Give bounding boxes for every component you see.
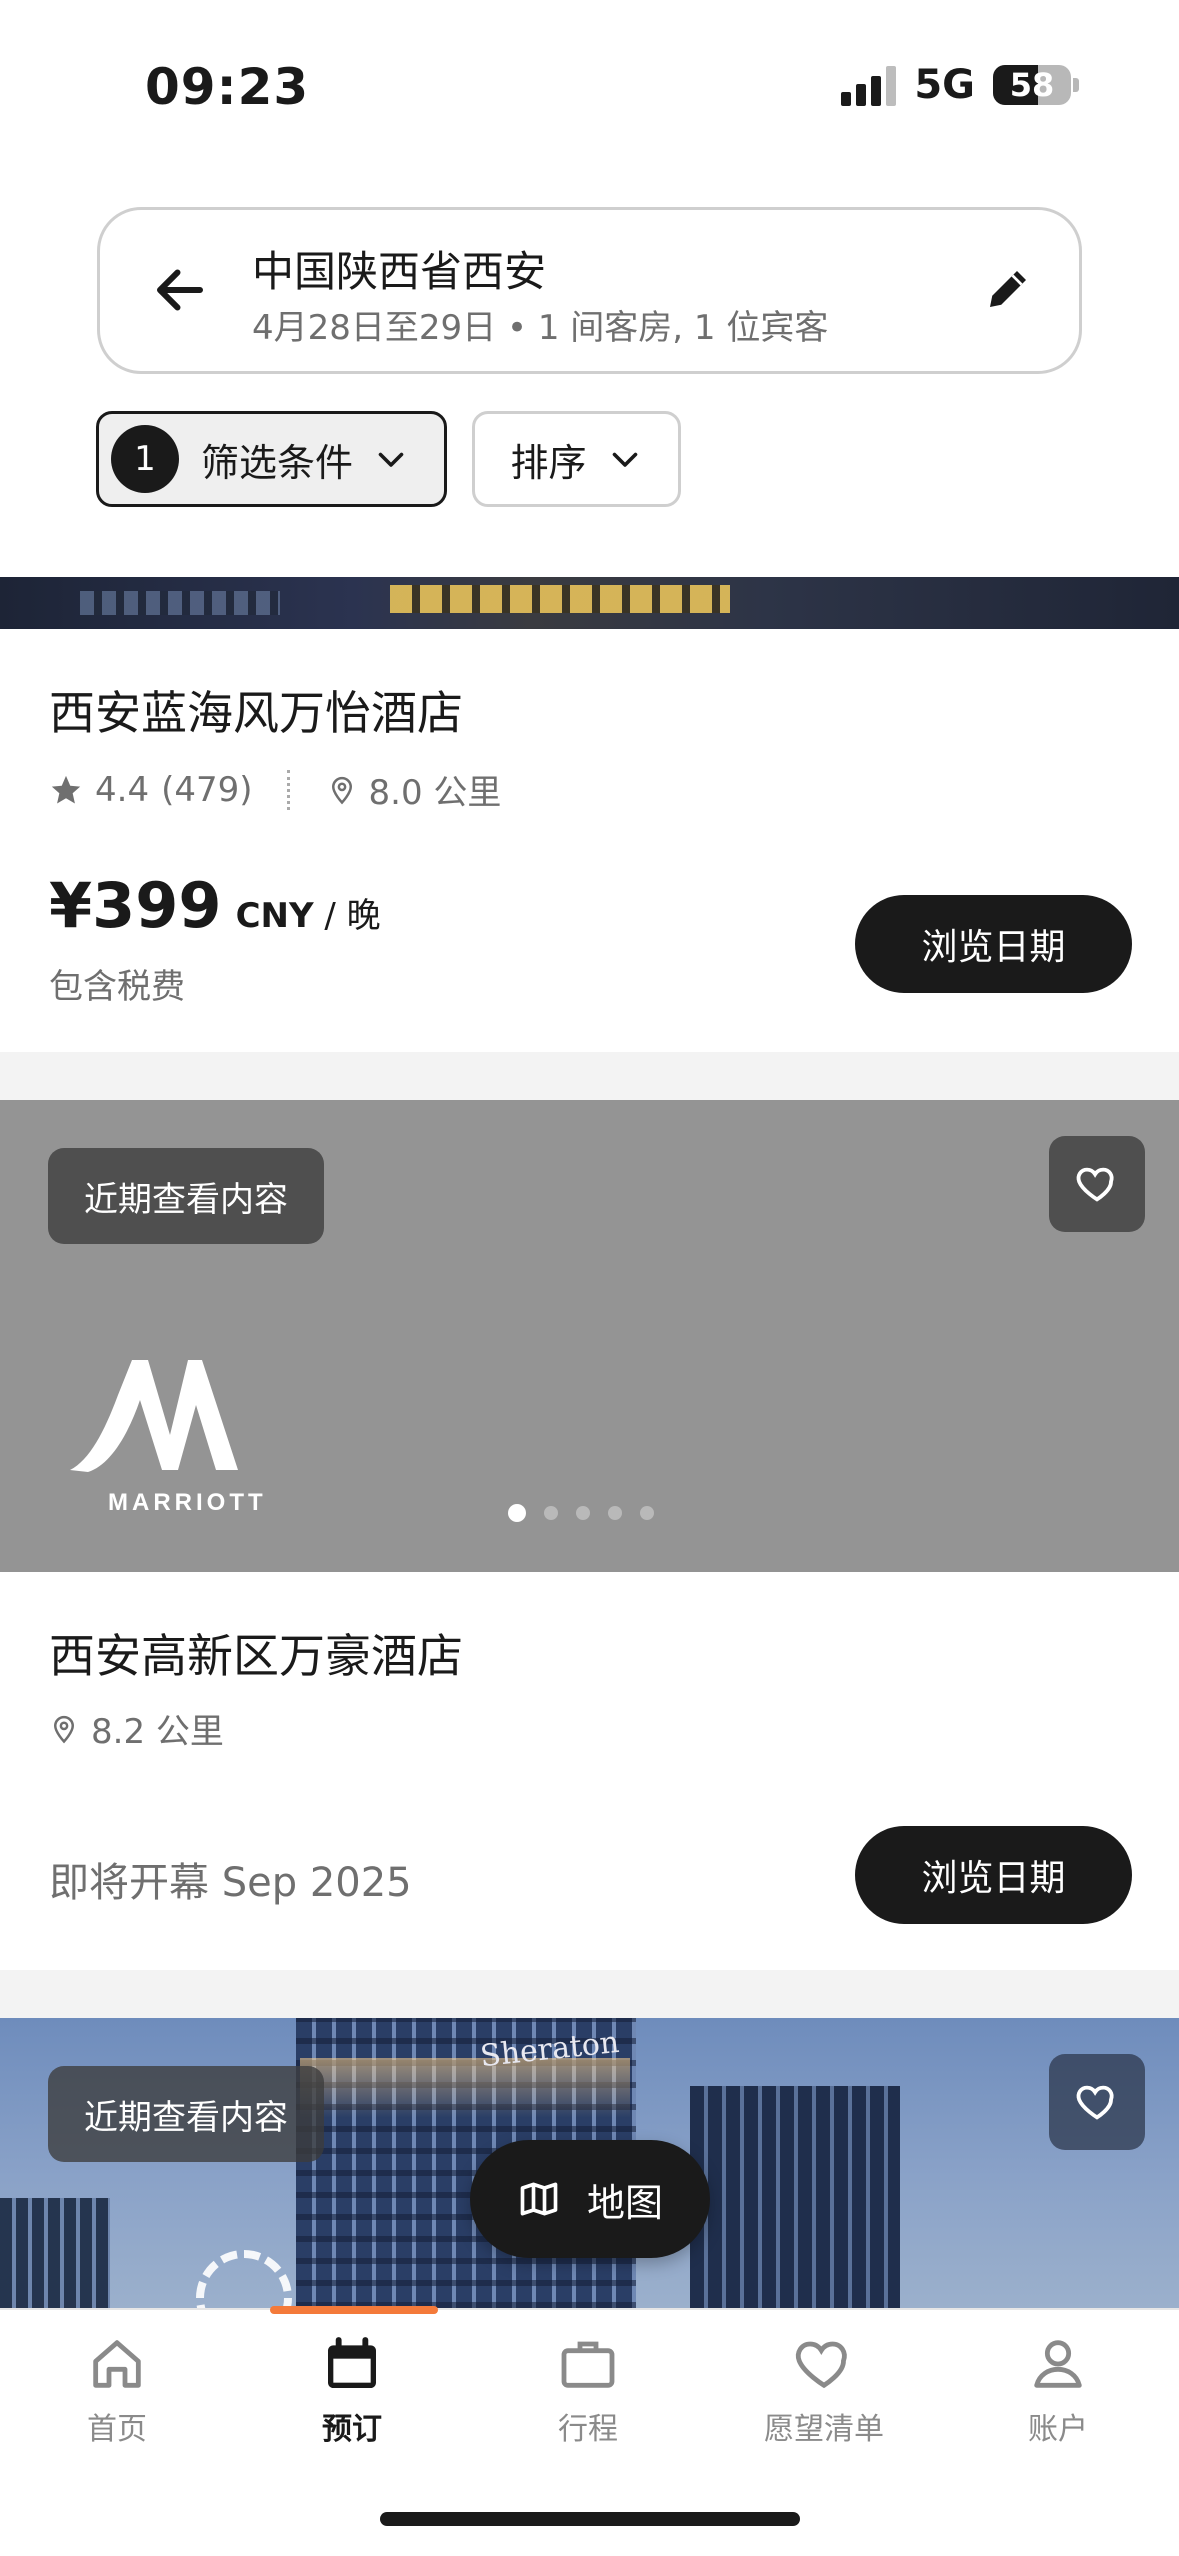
carousel-dot[interactable] <box>608 1506 622 1520</box>
back-arrow-icon[interactable] <box>150 260 210 320</box>
sheraton-logo <box>196 2250 292 2308</box>
status-indicators: 5G 58 <box>841 60 1079 110</box>
hotel-distance: 8.0 公里 <box>368 773 502 813</box>
card-separator <box>0 1970 1179 2018</box>
search-location: 中国陕西省西安 <box>252 247 547 296</box>
price-currency: CNY <box>235 896 314 936</box>
hotel-reviews: (479) <box>161 769 253 810</box>
battery-icon: 58 <box>993 65 1071 105</box>
hotel-card[interactable]: 西安高新区万豪酒店 8.2 公里 即将开幕 Sep 2025 浏览日期 <box>0 1572 1179 1970</box>
tab-bookings[interactable]: 预订 <box>252 2332 452 2448</box>
sort-button[interactable]: 排序 <box>472 411 681 507</box>
home-indicator <box>380 2512 800 2526</box>
network-type: 5G <box>914 62 975 108</box>
hotel-distance: 8.2 公里 <box>91 1712 224 1752</box>
calendar-icon <box>328 2337 376 2388</box>
briefcase-icon <box>561 2341 615 2388</box>
heart-icon <box>1076 1167 1114 1202</box>
chevron-down-icon <box>612 452 637 467</box>
tab-trips[interactable]: 行程 <box>488 2332 688 2448</box>
map-button[interactable]: 地图 <box>470 2140 710 2258</box>
tab-label: 账户 <box>1028 2412 1088 2447</box>
active-tab-indicator <box>270 2306 438 2314</box>
filter-label: 筛选条件 <box>201 440 354 485</box>
chevron-down-icon <box>378 452 404 467</box>
opening-note: 即将开幕 Sep 2025 <box>49 1860 412 1906</box>
filter-count-badge: 1 <box>111 425 179 493</box>
browse-dates-button[interactable]: 浏览日期 <box>855 895 1132 993</box>
tab-home[interactable]: 首页 <box>17 2332 217 2448</box>
tab-label: 行程 <box>558 2412 618 2447</box>
hotel-meta: 8.2 公里 <box>49 1704 224 1753</box>
marriott-logo: MARRIOTT <box>70 1360 267 1516</box>
tab-account[interactable]: 账户 <box>958 2332 1158 2448</box>
hotel-price: ¥399 CNY / 晚 <box>49 869 381 942</box>
search-summary-bar[interactable]: 中国陕西省西安 4月28日至29日 • 1 间客房, 1 位宾客 <box>97 207 1082 374</box>
signal-icon <box>841 64 897 106</box>
map-icon <box>520 2182 558 2216</box>
tab-label: 首页 <box>87 2412 147 2447</box>
home-icon <box>93 2340 141 2388</box>
carousel-dot[interactable] <box>640 1506 654 1520</box>
tab-label: 预订 <box>322 2412 382 2447</box>
battery-percent: 58 <box>1009 66 1055 104</box>
hotel-meta: 4.4 (479) 8.0 公里 <box>49 765 501 814</box>
hotel-photo[interactable]: 近期查看内容 MARRIOTT <box>0 1100 1179 1572</box>
map-label: 地图 <box>586 2180 663 2225</box>
person-icon <box>1034 2340 1082 2388</box>
tab-wishlist[interactable]: 愿望清单 <box>724 2332 924 2448</box>
favorite-button[interactable] <box>1049 2054 1145 2150</box>
svg-text:MARRIOTT: MARRIOTT <box>108 1489 267 1516</box>
carousel-dot[interactable] <box>544 1506 558 1520</box>
tab-label: 愿望清单 <box>764 2412 884 2447</box>
hotel-name: 西安蓝海风万怡酒店 <box>49 686 463 740</box>
heart-icon <box>1076 2085 1114 2120</box>
carousel-dot[interactable] <box>576 1506 590 1520</box>
tax-note: 包含税费 <box>49 967 185 1007</box>
location-pin-icon <box>331 776 352 804</box>
recently-viewed-badge: 近期查看内容 <box>48 2066 324 2162</box>
carousel-dots[interactable] <box>508 1504 654 1522</box>
browse-dates-button[interactable]: 浏览日期 <box>855 1826 1132 1924</box>
carousel-dot[interactable] <box>508 1504 526 1522</box>
favorite-button[interactable] <box>1049 1136 1145 1232</box>
location-pin-icon <box>53 1715 75 1743</box>
sort-label: 排序 <box>510 440 587 485</box>
recently-viewed-badge: 近期查看内容 <box>48 1148 324 1244</box>
hotel-rating: 4.4 <box>95 769 150 810</box>
heart-icon <box>795 2341 847 2389</box>
status-time: 09:23 <box>145 58 310 116</box>
filter-button[interactable]: 1 筛选条件 <box>96 411 447 507</box>
price-amount: ¥399 <box>49 869 222 942</box>
pencil-icon[interactable] <box>981 262 1035 316</box>
hotel-name: 西安高新区万豪酒店 <box>49 1629 463 1683</box>
hotel-photo[interactable] <box>0 577 1179 629</box>
card-separator <box>0 1052 1179 1100</box>
price-per-night: / 晚 <box>324 896 381 936</box>
star-icon <box>51 775 81 803</box>
hotel-card[interactable]: 西安蓝海风万怡酒店 4.4 (479) 8.0 公里 ¥399 CNY / 晚 … <box>0 629 1179 1052</box>
search-details: 4月28日至29日 • 1 间客房, 1 位宾客 <box>252 308 829 348</box>
